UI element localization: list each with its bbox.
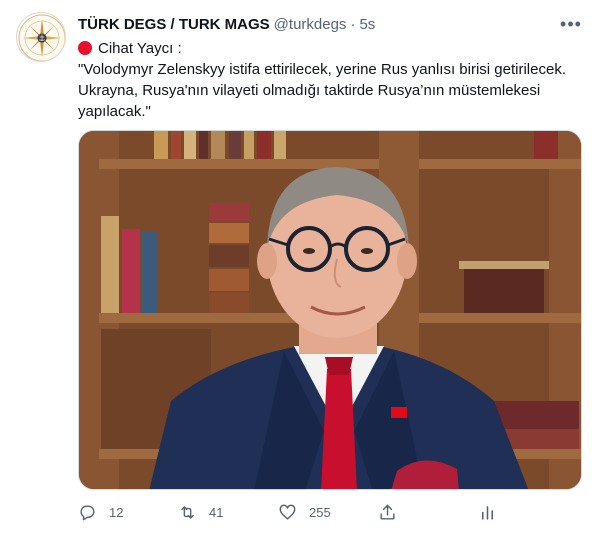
analytics-button[interactable] <box>478 503 578 522</box>
share-icon <box>380 504 395 520</box>
display-name[interactable]: TÜRK DEGS / TURK MAGS <box>78 16 270 33</box>
red-circle-icon <box>78 41 92 55</box>
reply-count: 12 <box>109 504 124 520</box>
user-handle[interactable]: @turkdegs <box>274 16 347 33</box>
retweet-count: 41 <box>209 504 224 520</box>
retweet-icon <box>181 505 194 519</box>
tweet-line-2: "Volodymyr Zelenskyy istifa ettirilecek,… <box>78 61 566 120</box>
compass-logo-icon <box>18 14 65 61</box>
like-count: 255 <box>309 504 331 520</box>
reply-button[interactable]: 12 <box>78 503 178 522</box>
reply-icon <box>80 504 95 520</box>
analytics-icon <box>481 505 494 520</box>
tweet-actions: 12 41 255 <box>78 500 578 524</box>
heart-icon <box>279 504 296 520</box>
avatar[interactable] <box>16 12 66 62</box>
separator-dot: · <box>350 15 356 33</box>
retweet-button[interactable]: 41 <box>178 503 278 522</box>
timestamp[interactable]: 5s <box>359 16 375 33</box>
more-horizontal-icon: ••• <box>560 13 582 34</box>
like-button[interactable]: 255 <box>278 503 378 522</box>
tweet-line-1: Cihat Yaycı : <box>98 40 182 57</box>
tweet-photo[interactable] <box>78 130 582 490</box>
portrait-photo <box>79 131 581 489</box>
more-options-button[interactable]: ••• <box>559 14 583 34</box>
share-button[interactable] <box>378 503 478 522</box>
tweet-header: TÜRK DEGS / TURK MAGS @turkdegs · 5s <box>78 14 375 34</box>
tweet-text: Cihat Yaycı : "Volodymyr Zelenskyy istif… <box>78 38 578 122</box>
tweet[interactable]: TÜRK DEGS / TURK MAGS @turkdegs · 5s •••… <box>0 0 599 533</box>
